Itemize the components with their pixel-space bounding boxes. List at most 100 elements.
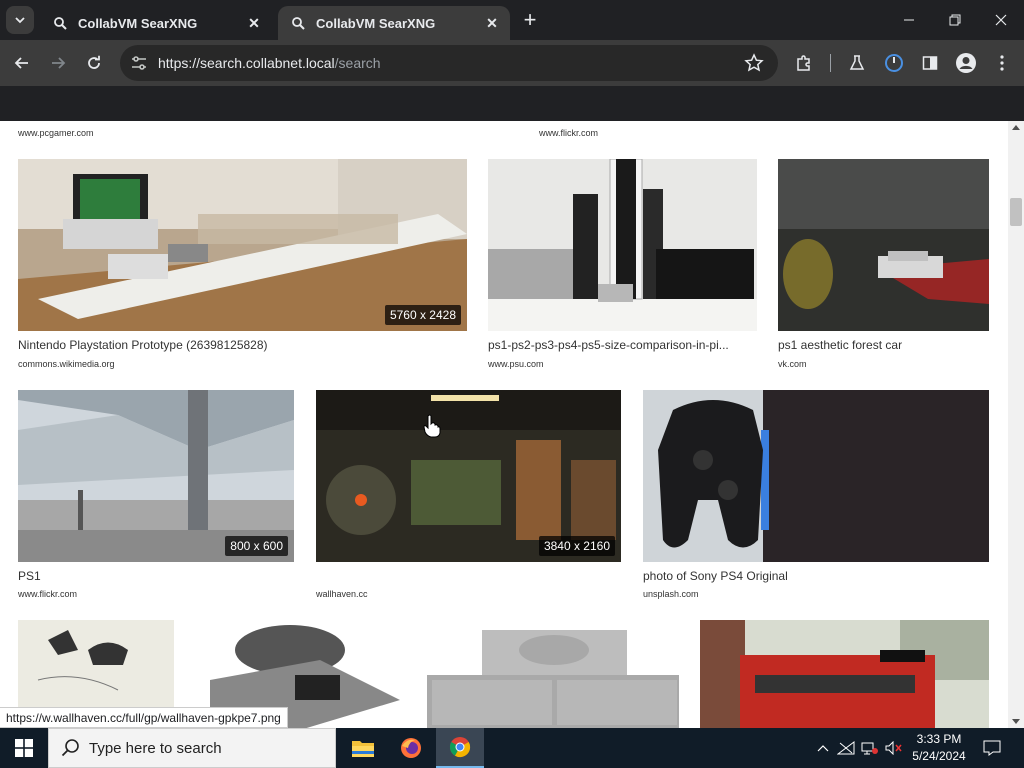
close-icon bbox=[995, 14, 1007, 26]
url-text[interactable]: https://search.collabnet.local/search bbox=[158, 55, 381, 71]
taskbar-clock[interactable]: 3:33 PM 5/24/2024 bbox=[906, 731, 972, 765]
new-tab-button[interactable]: + bbox=[518, 7, 542, 32]
scroll-thumb[interactable] bbox=[1010, 198, 1022, 226]
tab-inactive[interactable]: CollabVM SearXNG ✕ bbox=[40, 6, 272, 40]
bookmark-star-icon[interactable] bbox=[744, 53, 764, 73]
image-thumbnail bbox=[643, 390, 989, 562]
menu-button[interactable] bbox=[988, 49, 1016, 77]
result-title[interactable]: PS1 bbox=[18, 569, 294, 583]
searxng-favicon-icon bbox=[290, 15, 306, 31]
result-image-ps4-controller[interactable] bbox=[643, 390, 989, 562]
title-bar: CollabVM SearXNG ✕ CollabVM SearXNG ✕ + bbox=[0, 0, 1024, 40]
back-button[interactable] bbox=[8, 49, 36, 77]
search-icon bbox=[61, 739, 79, 757]
tray-volume[interactable] bbox=[884, 728, 904, 768]
close-icon[interactable]: ✕ bbox=[246, 15, 262, 31]
search-placeholder: Type here to search bbox=[89, 739, 222, 757]
taskbar-firefox[interactable] bbox=[387, 728, 435, 768]
folder-icon bbox=[352, 741, 374, 757]
chrome-icon bbox=[449, 737, 471, 758]
image-thumbnail bbox=[700, 620, 989, 728]
tab-title: CollabVM SearXNG bbox=[78, 15, 198, 31]
link-status-bubble: https://w.wallhaven.cc/full/gp/wallhaven… bbox=[0, 707, 288, 728]
site-settings-icon[interactable] bbox=[130, 54, 148, 72]
speaker-muted-icon bbox=[885, 741, 902, 755]
result-image-ps-comparison[interactable] bbox=[488, 159, 757, 331]
speedometer-icon bbox=[885, 54, 903, 72]
tab-search-button[interactable] bbox=[6, 6, 34, 34]
close-icon[interactable]: ✕ bbox=[484, 15, 500, 31]
chevron-up-icon bbox=[817, 745, 829, 752]
firefox-icon bbox=[401, 738, 421, 758]
clock-time: 3:33 PM bbox=[916, 732, 962, 746]
windows-taskbar: Type here to search 3:33 PM 5/24/2024 bbox=[0, 728, 1024, 768]
restore-icon bbox=[949, 14, 961, 26]
reload-button[interactable] bbox=[80, 49, 108, 77]
result-image-red-bus[interactable] bbox=[700, 620, 989, 728]
result-title[interactable]: photo of Sony PS4 Original bbox=[643, 569, 989, 583]
forward-button[interactable] bbox=[44, 49, 72, 77]
toolbar-separator bbox=[830, 54, 831, 72]
taskbar-search-box[interactable]: Type here to search bbox=[48, 728, 336, 768]
chevron-down-icon bbox=[15, 17, 25, 24]
result-image-wallhaven-machine[interactable]: 3840 x 2160 bbox=[316, 390, 621, 562]
tray-network[interactable] bbox=[860, 728, 880, 768]
result-title[interactable]: ps1-ps2-ps3-ps4-ps5-size-comparison-in-p… bbox=[488, 338, 757, 352]
profile-button[interactable] bbox=[952, 49, 980, 77]
browser-toolbar: https://search.collabnet.local/search bbox=[0, 40, 1024, 86]
close-window-button[interactable] bbox=[978, 0, 1024, 40]
performance-button[interactable] bbox=[880, 49, 908, 77]
result-image-nintendo-playstation[interactable]: 5760 x 2428 bbox=[18, 159, 467, 331]
taskbar-file-explorer[interactable] bbox=[339, 728, 387, 768]
searxng-favicon-icon bbox=[52, 15, 68, 31]
windows-logo-icon bbox=[15, 739, 33, 757]
page-scrollbar[interactable] bbox=[1008, 121, 1024, 728]
result-source[interactable]: commons.wikimedia.org bbox=[18, 359, 115, 369]
result-title[interactable]: ps1 aesthetic forest car bbox=[778, 338, 989, 352]
puzzle-icon bbox=[797, 55, 810, 71]
side-panel-button[interactable] bbox=[916, 49, 944, 77]
url-path: /search bbox=[334, 55, 381, 71]
search-results-page: www.pcgamer.com www.flickr.com 5760 x 24… bbox=[0, 121, 1008, 728]
result-source[interactable]: vk.com bbox=[778, 359, 807, 369]
resolution-badge: 5760 x 2428 bbox=[384, 305, 461, 325]
network-disabled-icon bbox=[837, 741, 855, 755]
tray-item[interactable] bbox=[836, 728, 856, 768]
avatar-icon bbox=[956, 53, 976, 73]
address-bar[interactable]: https://search.collabnet.local/search bbox=[120, 45, 778, 81]
result-title[interactable]: Nintendo Playstation Prototype (26398125… bbox=[18, 338, 467, 352]
action-center-button[interactable] bbox=[978, 728, 1006, 768]
scroll-down-arrow-icon[interactable] bbox=[1012, 719, 1020, 724]
arrow-right-icon bbox=[52, 57, 66, 69]
plus-icon: + bbox=[523, 7, 537, 32]
notification-icon bbox=[983, 740, 1001, 756]
extensions-button[interactable] bbox=[790, 49, 818, 77]
minimize-button[interactable] bbox=[886, 0, 932, 40]
url-host: https://search.collabnet.local bbox=[158, 55, 335, 71]
result-source[interactable]: www.psu.com bbox=[488, 359, 544, 369]
bookmark-bar bbox=[0, 86, 1024, 121]
network-monitor-icon bbox=[861, 742, 878, 755]
resolution-badge: 3840 x 2160 bbox=[538, 536, 615, 556]
resolution-badge: 800 x 600 bbox=[225, 536, 288, 556]
tab-title: CollabVM SearXNG bbox=[316, 15, 436, 31]
result-image-ps1-stack[interactable] bbox=[427, 620, 679, 728]
start-button[interactable] bbox=[0, 728, 48, 768]
result-image-ps1-architecture[interactable]: 800 x 600 bbox=[18, 390, 294, 562]
restore-button[interactable] bbox=[932, 0, 978, 40]
result-image-forest-car[interactable] bbox=[778, 159, 989, 331]
show-hidden-icons[interactable] bbox=[814, 728, 832, 768]
tab-active[interactable]: CollabVM SearXNG ✕ bbox=[278, 6, 510, 40]
result-source[interactable]: www.pcgamer.com bbox=[18, 128, 94, 138]
result-source[interactable]: wallhaven.cc bbox=[316, 589, 368, 599]
result-source[interactable]: unsplash.com bbox=[643, 589, 699, 599]
result-source[interactable]: www.flickr.com bbox=[539, 128, 598, 138]
labs-button[interactable] bbox=[843, 49, 871, 77]
scroll-up-arrow-icon[interactable] bbox=[1012, 125, 1020, 130]
taskbar-chrome[interactable] bbox=[436, 728, 484, 768]
hand-cursor-icon bbox=[423, 414, 441, 438]
image-thumbnail bbox=[488, 159, 757, 331]
result-source[interactable]: www.flickr.com bbox=[18, 589, 77, 599]
image-thumbnail bbox=[778, 159, 989, 331]
arrow-left-icon bbox=[14, 57, 28, 69]
